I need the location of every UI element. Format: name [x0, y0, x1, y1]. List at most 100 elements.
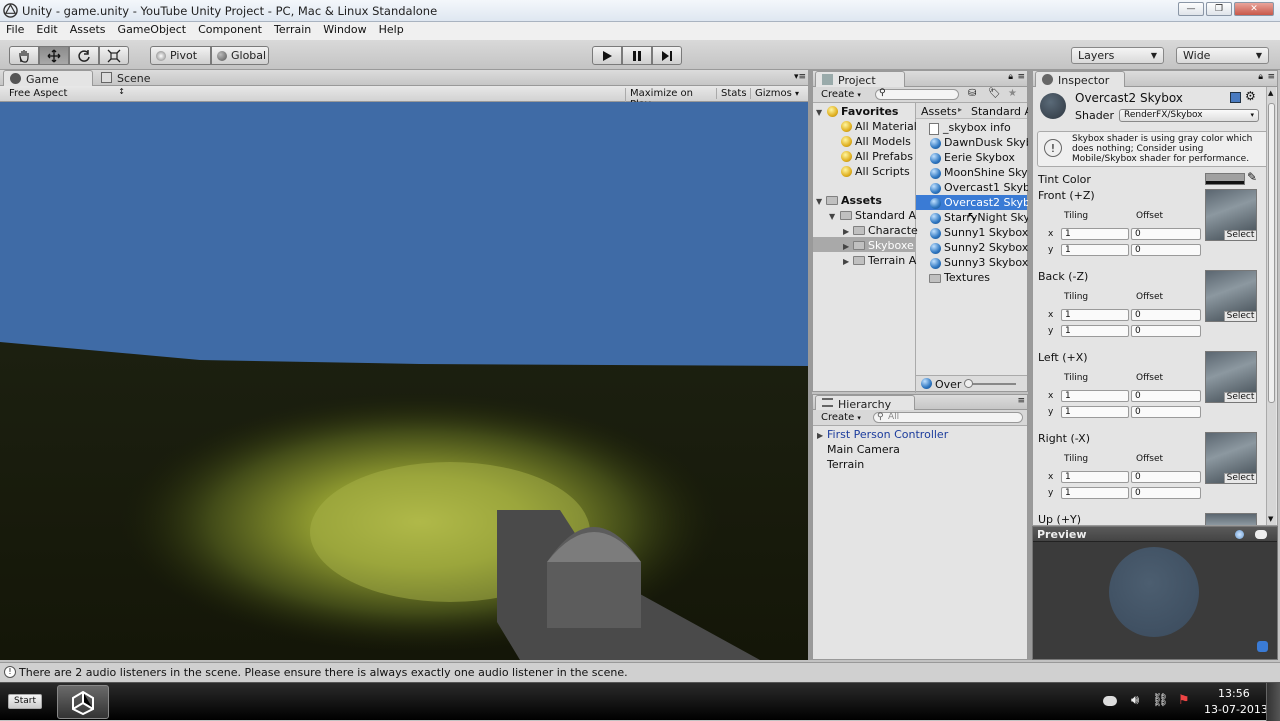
panel-menu-icon[interactable]: ≡ [1267, 72, 1275, 82]
panel-menu-icon[interactable]: ≡ [1017, 72, 1025, 82]
scrollbar-thumb[interactable] [1268, 103, 1275, 403]
gear-icon[interactable]: ⚙ [1245, 89, 1256, 103]
tree-divider[interactable] [915, 103, 916, 393]
start-button[interactable]: Start [8, 694, 42, 709]
select-texture-button[interactable]: Select [1224, 473, 1256, 483]
tiling-x-field[interactable]: 1 [1061, 228, 1129, 240]
expand-arrow-icon[interactable]: ▼ [816, 108, 822, 117]
file-item[interactable]: StarryNight Sky [944, 211, 1030, 224]
close-button[interactable]: ✕ [1234, 2, 1274, 16]
help-book-icon[interactable] [1230, 92, 1241, 103]
hierarchy-item[interactable]: Main Camera [827, 443, 900, 456]
game-view[interactable] [0, 102, 808, 660]
status-bar[interactable]: ! There are 2 audio listeners in the sce… [0, 662, 1280, 682]
favorites-header[interactable]: Favorites [841, 105, 898, 118]
file-item[interactable]: Sunny2 Skybox [944, 241, 1028, 254]
offset-x-field[interactable]: 0 [1131, 390, 1201, 402]
file-item[interactable]: Overcast1 Skyb [944, 181, 1030, 194]
collapsed-arrow-icon[interactable]: ▶ [843, 227, 849, 236]
offset-y-field[interactable]: 0 [1131, 325, 1201, 337]
taskbar-unity-button[interactable] [57, 685, 109, 719]
offset-y-field[interactable]: 0 [1131, 406, 1201, 418]
project-search-input[interactable]: ⚲ [875, 88, 959, 100]
offset-x-field[interactable]: 0 [1131, 228, 1201, 240]
hierarchy-item[interactable]: First Person Controller [827, 428, 948, 441]
collapsed-arrow-icon[interactable]: ▶ [843, 242, 849, 251]
rotate-tool-button[interactable] [69, 46, 99, 65]
favorite-item[interactable]: All Scripts [855, 165, 910, 178]
layers-dropdown[interactable]: Layers ▼ [1071, 47, 1164, 64]
tab-hierarchy[interactable]: Hierarchy [815, 395, 915, 411]
inspector-scrollbar[interactable]: ▲ ▼ [1266, 87, 1276, 525]
select-texture-button[interactable]: Select [1224, 311, 1256, 321]
preview-sphere-toggle-icon[interactable] [1235, 530, 1244, 539]
expand-arrow-icon[interactable]: ▼ [829, 212, 835, 221]
expand-arrow-icon[interactable]: ▼ [816, 197, 822, 206]
file-item[interactable]: MoonShine Skyb [944, 166, 1035, 179]
scroll-up-icon[interactable]: ▲ [1268, 89, 1273, 97]
favorite-star-icon[interactable]: ★ [1008, 88, 1017, 99]
offset-y-field[interactable]: 0 [1131, 244, 1201, 256]
minimize-button[interactable]: — [1178, 2, 1204, 16]
hand-tool-button[interactable] [9, 46, 39, 65]
alert-flag-icon[interactable]: ⚑ [1178, 693, 1190, 708]
menu-help[interactable]: Help [379, 22, 410, 40]
hierarchy-search-input[interactable]: ⚲ All [873, 412, 1023, 423]
tray-toggle-icon[interactable] [1103, 696, 1117, 706]
file-item[interactable]: Sunny1 Skybox [944, 226, 1028, 239]
select-texture-button[interactable]: Select [1224, 230, 1256, 240]
tree-folder[interactable]: Characte [868, 224, 918, 237]
tab-project[interactable]: Project [815, 71, 905, 87]
assets-header[interactable]: Assets [841, 194, 882, 207]
filter-label-icon[interactable]: 🏷︎ [988, 88, 1001, 99]
tiling-x-field[interactable]: 1 [1061, 309, 1129, 321]
menu-component[interactable]: Component [198, 22, 268, 40]
clock-time[interactable]: 13:56 [1218, 687, 1250, 700]
file-item[interactable]: Textures [944, 271, 990, 284]
panel-menu-icon[interactable]: ≡ [1017, 396, 1025, 406]
scale-tool-button[interactable] [99, 46, 129, 65]
menu-gameobject[interactable]: GameObject [118, 22, 193, 40]
collapsed-arrow-icon[interactable]: ▶ [817, 431, 823, 440]
tab-inspector[interactable]: Inspector [1035, 71, 1125, 87]
tiling-y-field[interactable]: 1 [1061, 406, 1129, 418]
tab-scene[interactable]: Scene [95, 70, 159, 86]
texture-thumbnail[interactable]: Select [1205, 351, 1257, 403]
pause-button[interactable] [622, 46, 652, 65]
tiling-x-field[interactable]: 1 [1061, 390, 1129, 402]
play-button[interactable] [592, 46, 622, 65]
eyedropper-icon[interactable]: ✎ [1247, 170, 1257, 184]
volume-icon[interactable]: 🔊︎ [1131, 693, 1139, 708]
file-item[interactable]: Eerie Skybox [944, 151, 1015, 164]
file-item-selected[interactable]: Overcast2 Skyb [944, 196, 1030, 209]
create-dropdown[interactable]: Create ▾ [821, 412, 861, 423]
aspect-dropdown[interactable]: Free Aspect ↕ [9, 87, 127, 99]
network-icon[interactable]: ⛓ [1152, 693, 1169, 708]
tiling-y-field[interactable]: 1 [1061, 244, 1129, 256]
menu-file[interactable]: File [6, 22, 30, 40]
tree-folder[interactable]: Standard A [855, 209, 916, 222]
tiling-y-field[interactable]: 1 [1061, 487, 1129, 499]
tree-folder[interactable]: Terrain A [868, 254, 916, 267]
clock-date[interactable]: 13-07-2013 [1204, 703, 1268, 716]
preview-light-toggle-icon[interactable] [1255, 530, 1267, 539]
menu-terrain[interactable]: Terrain [274, 22, 317, 40]
texture-thumbnail[interactable]: Select [1205, 270, 1257, 322]
texture-thumbnail[interactable]: Select [1205, 432, 1257, 484]
offset-x-field[interactable]: 0 [1131, 309, 1201, 321]
file-item[interactable]: Sunny3 Skybox [944, 256, 1028, 269]
texture-thumbnail[interactable]: Select [1205, 189, 1257, 241]
scroll-down-icon[interactable]: ▼ [1268, 515, 1273, 523]
file-item[interactable]: DawnDusk Skyb [944, 136, 1033, 149]
menu-assets[interactable]: Assets [70, 22, 112, 40]
pivot-toggle[interactable]: Pivot [150, 46, 211, 65]
step-button[interactable] [652, 46, 682, 65]
select-texture-button[interactable]: Select [1224, 392, 1256, 402]
shader-dropdown[interactable]: RenderFX/Skybox ▾ [1119, 109, 1259, 122]
global-toggle[interactable]: Global [211, 46, 269, 65]
menu-window[interactable]: Window [323, 22, 372, 40]
favorite-item[interactable]: All Prefabs [855, 150, 913, 163]
tiling-y-field[interactable]: 1 [1061, 325, 1129, 337]
create-dropdown[interactable]: Create ▾ [821, 89, 861, 100]
tab-game[interactable]: Game [3, 70, 93, 86]
